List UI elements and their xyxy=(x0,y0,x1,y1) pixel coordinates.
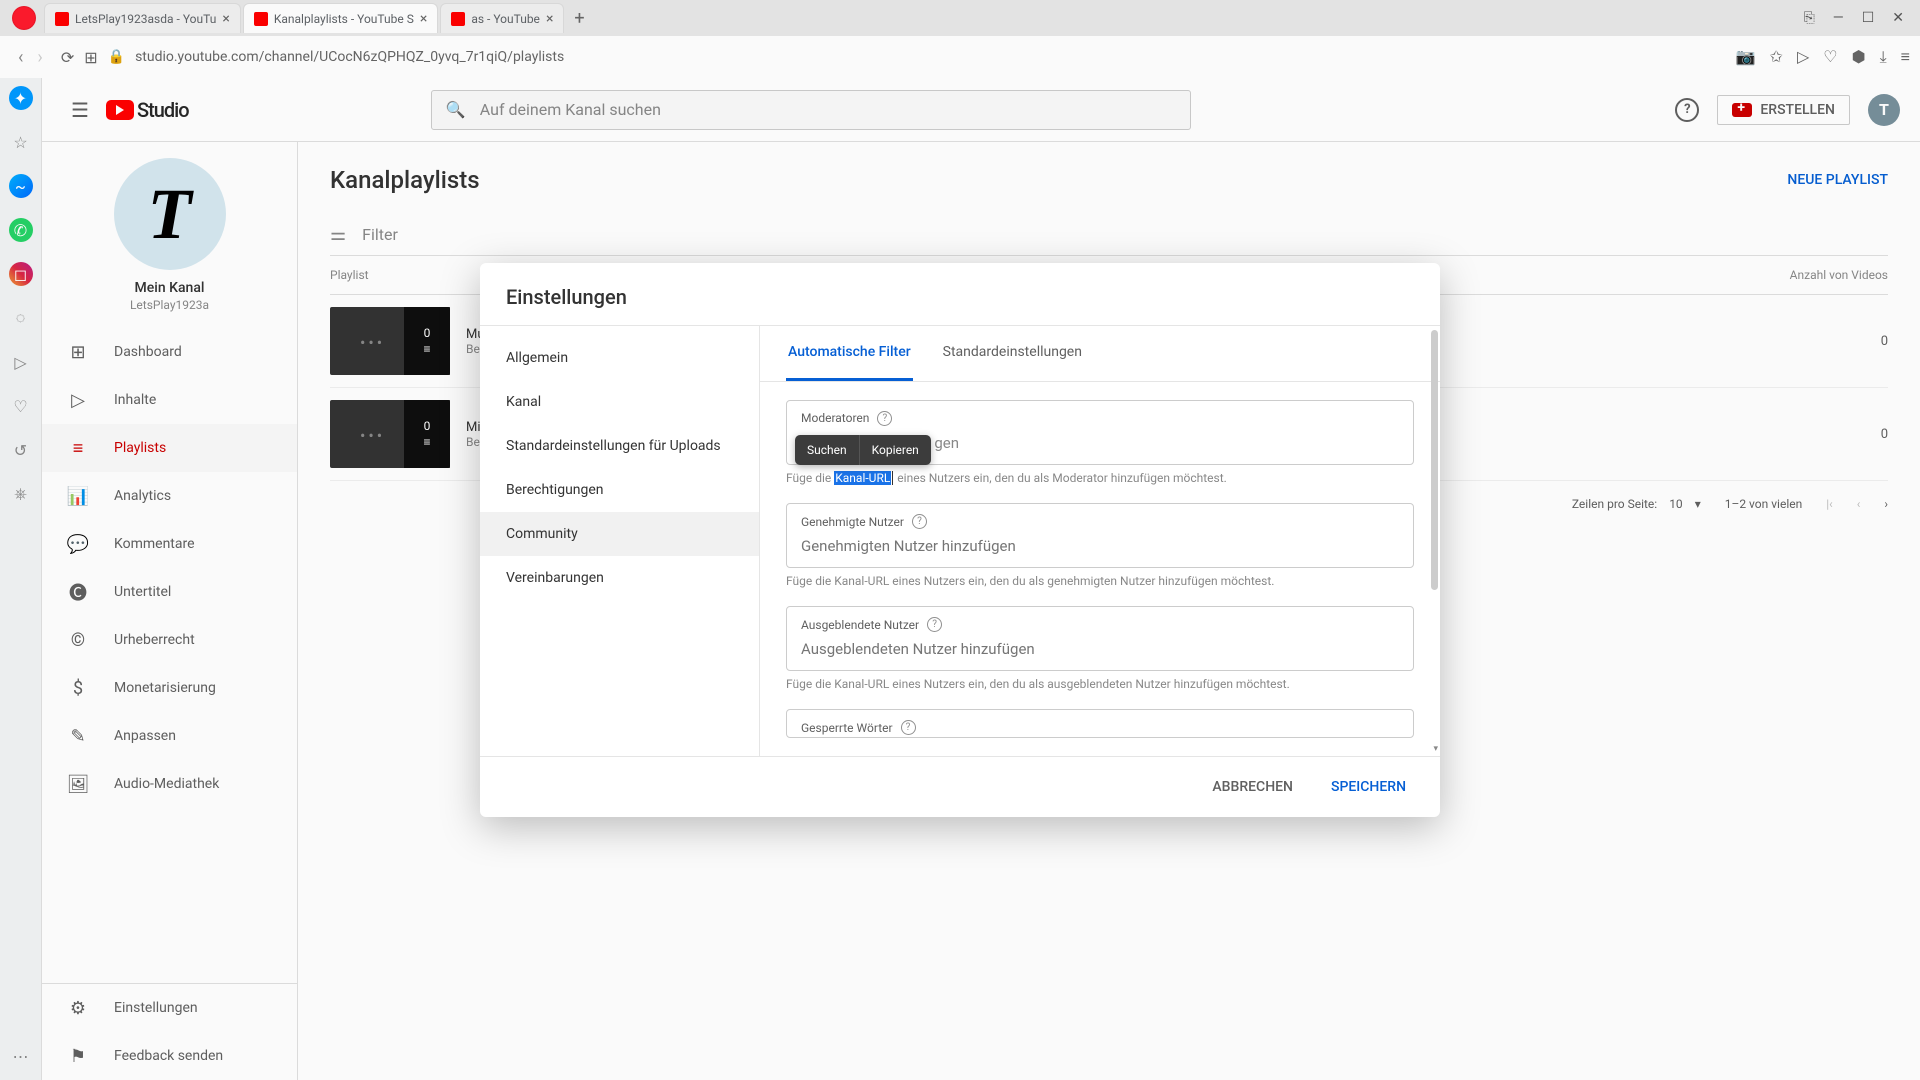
approved-users-field[interactable]: Genehmigte Nutzer? xyxy=(786,503,1414,568)
settings-modal: Einstellungen AllgemeinKanalStandardeins… xyxy=(480,263,1440,818)
hidden-help: Füge die Kanal-URL eines Nutzers ein, de… xyxy=(786,677,1414,691)
settings-tabs: Automatische Filter Standardeinstellungen xyxy=(760,326,1440,382)
field-label: Genehmigte Nutzer xyxy=(801,515,904,529)
context-copy[interactable]: Kopieren xyxy=(860,435,931,465)
cancel-button[interactable]: ABBRECHEN xyxy=(1198,771,1307,803)
help-icon[interactable]: ? xyxy=(912,514,927,529)
settings-tab[interactable]: Automatische Filter xyxy=(786,326,913,381)
field-label: Ausgeblendete Nutzer xyxy=(801,618,919,632)
modal-title: Einstellungen xyxy=(480,263,1440,325)
field-label: Gesperrte Wörter xyxy=(801,721,893,735)
settings-nav-item[interactable]: Berechtigungen xyxy=(480,468,759,512)
settings-nav-item[interactable]: Vereinbarungen xyxy=(480,556,759,600)
selected-text[interactable]: Kanal-URL xyxy=(834,471,891,485)
settings-tab[interactable]: Standardeinstellungen xyxy=(941,326,1084,381)
settings-nav: AllgemeinKanalStandardeinstellungen für … xyxy=(480,326,760,757)
settings-nav-item[interactable]: Kanal xyxy=(480,380,759,424)
moderators-field[interactable]: Moderatoren? Suchen Kopieren xyxy=(786,400,1414,465)
field-label: Moderatoren xyxy=(801,411,869,425)
context-search[interactable]: Suchen xyxy=(795,435,860,465)
scrollbar-thumb[interactable] xyxy=(1431,330,1438,590)
scroll-down-icon[interactable]: ▾ xyxy=(1433,744,1438,754)
moderators-help: Füge die Kanal-URL eines Nutzers ein, de… xyxy=(786,471,1414,486)
settings-nav-item[interactable]: Community xyxy=(480,512,759,556)
approved-help: Füge die Kanal-URL eines Nutzers ein, de… xyxy=(786,574,1414,588)
help-icon[interactable]: ? xyxy=(927,617,942,632)
blocked-words-field[interactable]: Gesperrte Wörter? xyxy=(786,709,1414,738)
save-button[interactable]: SPEICHERN xyxy=(1317,771,1420,803)
help-icon[interactable]: ? xyxy=(901,720,916,735)
settings-nav-item[interactable]: Allgemein xyxy=(480,336,759,380)
approved-input[interactable] xyxy=(801,529,1399,557)
hidden-users-field[interactable]: Ausgeblendete Nutzer? xyxy=(786,606,1414,671)
help-icon[interactable]: ? xyxy=(877,411,892,426)
context-menu: Suchen Kopieren xyxy=(795,435,931,465)
hidden-input[interactable] xyxy=(801,632,1399,660)
settings-nav-item[interactable]: Standardeinstellungen für Uploads xyxy=(480,424,759,468)
modal-overlay: Einstellungen AllgemeinKanalStandardeins… xyxy=(0,0,1920,1080)
